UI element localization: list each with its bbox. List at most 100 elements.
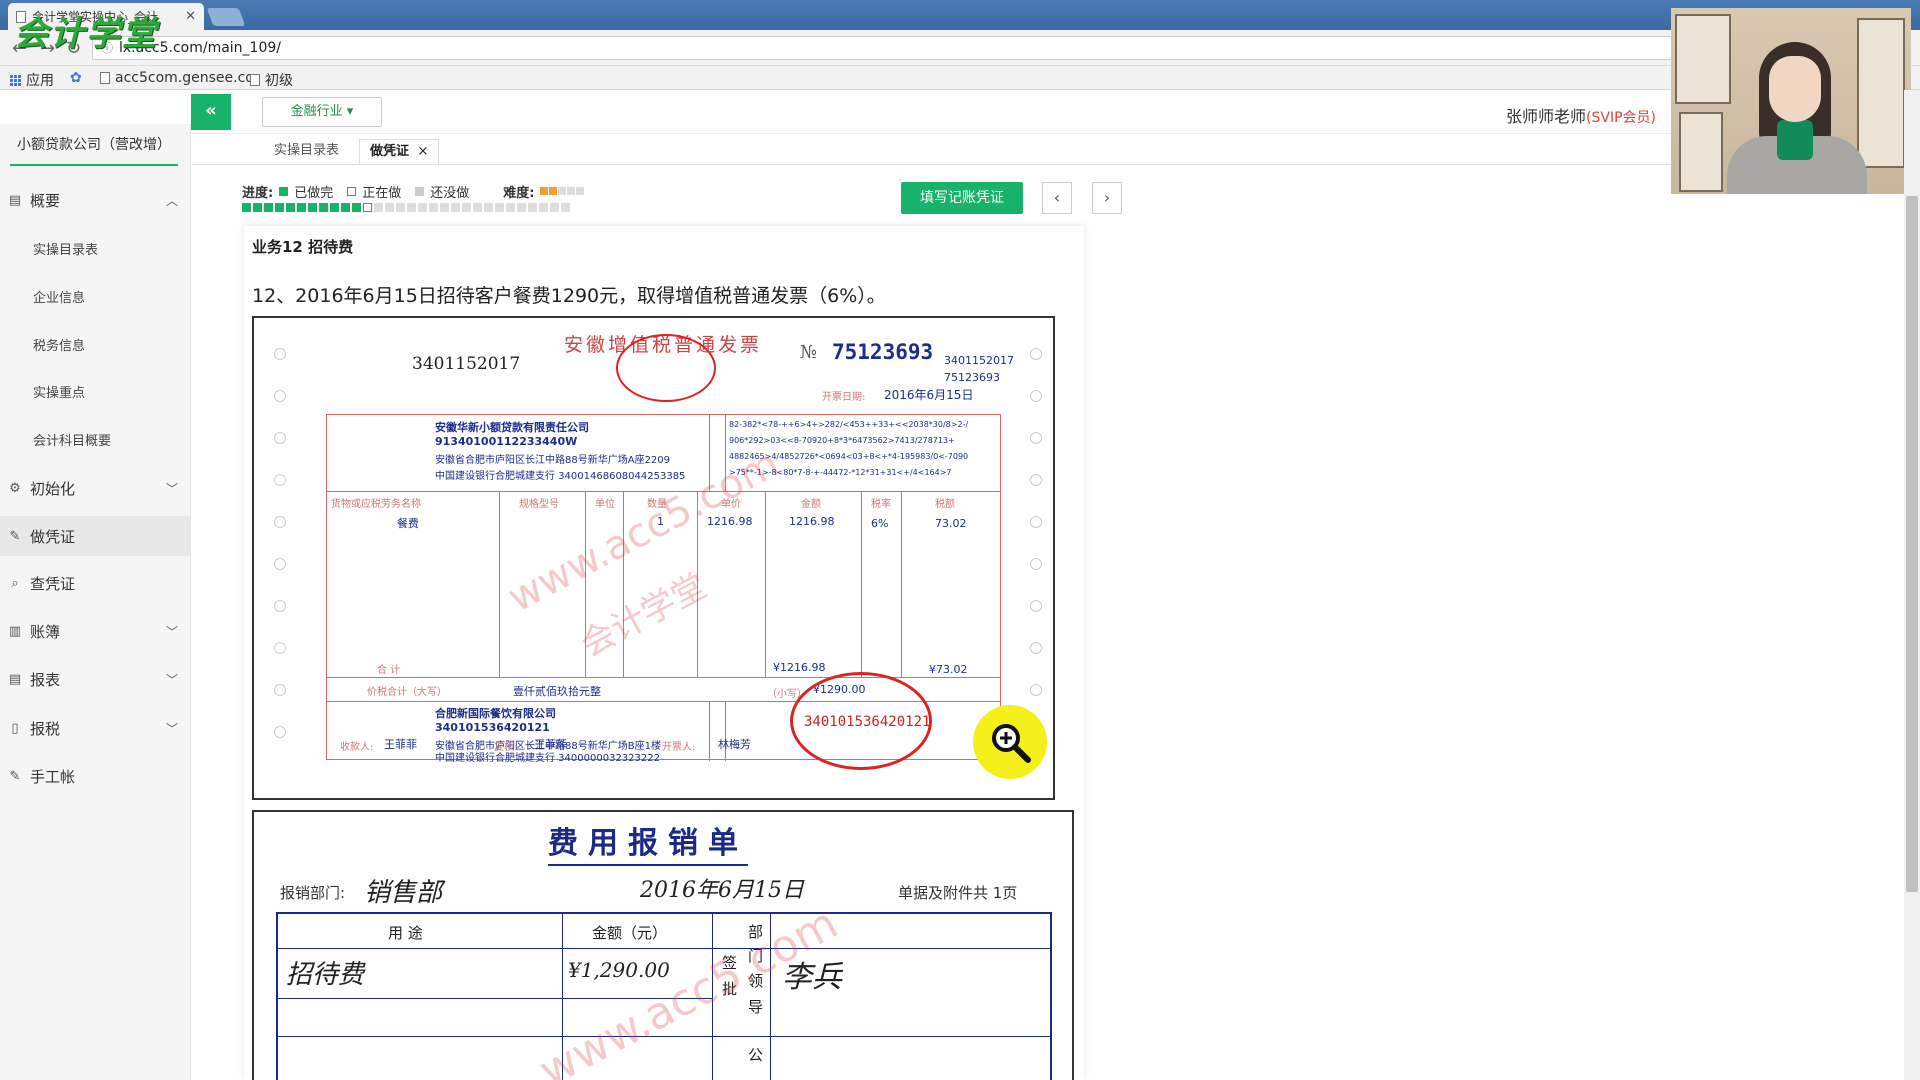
reviewer: 王菲菲	[534, 738, 567, 751]
seller-tax-id: 340101536420121	[435, 721, 550, 734]
progress-step	[473, 203, 482, 212]
instructor-webcam	[1671, 8, 1911, 194]
next-button[interactable]: ›	[1092, 182, 1122, 214]
sidebar-subitem-accounts[interactable]: 会计科目概要	[33, 430, 111, 449]
sidebar-item-make-voucher[interactable]: ✎ 做凭证	[0, 516, 190, 556]
task-description: 12、2016年6月15日招待客户餐费1290元，取得增值税普通发票（6%）。	[252, 285, 886, 307]
cipher-area: 82-382*<78-++6>4+>282/<453++33+<<2038*30…	[729, 420, 969, 477]
item-rate: 6%	[871, 517, 889, 530]
item-qty: 1	[657, 515, 664, 528]
item-name: 餐费	[397, 517, 419, 530]
invoice-image[interactable]: 3401152017 安徽增值税普通发票 № 75123693 34011520…	[252, 316, 1055, 800]
teacher-name: 张师师老师	[1506, 107, 1587, 126]
expense-form-image[interactable]: 费用报销单 报销部门: 销售部 2016年6月15日 单据及附件共 1页 用 途…	[252, 810, 1074, 1080]
seller-name: 合肥新国际餐饮有限公司	[435, 707, 556, 720]
progress-step	[407, 203, 416, 212]
star-icon	[567, 187, 576, 195]
new-tab-button[interactable]	[206, 8, 246, 26]
sidebar-subitem-catalog[interactable]: 实操目录表	[33, 239, 98, 258]
payee: 王菲菲	[384, 738, 417, 751]
chevron-down-icon: ﹀	[165, 721, 178, 736]
progress-step	[429, 203, 438, 212]
bookshelf	[1857, 18, 1905, 168]
tab-make-voucher[interactable]: 做凭证 ×	[359, 139, 440, 165]
star-icon	[576, 187, 585, 195]
industry-dropdown[interactable]: 金融行业 ▾	[262, 97, 382, 127]
progress-bar	[242, 203, 570, 212]
chevron-right-icon: ›	[1103, 188, 1111, 207]
bookmark-gensee[interactable]: acc5com.gensee.co	[100, 70, 254, 86]
price-tax-words: 壹仟贰佰玖拾元整	[513, 685, 601, 698]
done-square-icon	[279, 187, 289, 196]
bookmark-apps[interactable]: 应用	[10, 70, 54, 90]
progress-step	[396, 203, 405, 212]
sidebar-item-tax-filing[interactable]: ▯ 报税 ﹀	[0, 708, 190, 748]
approver-signature: 李兵	[782, 960, 842, 995]
member-badge: (SVIP会员)	[1586, 110, 1656, 126]
sidebar-item-overview[interactable]: ▤ 概要 ︿	[0, 180, 190, 220]
zoom-in-icon	[992, 724, 1031, 763]
progress-step	[451, 203, 460, 212]
user-info[interactable]: 张师师老师(SVIP会员)	[1506, 103, 1656, 127]
buyer-address: 安徽省合肥市庐阳区长江中路88号新华广场A座2209	[435, 455, 671, 466]
book-icon: ▥	[8, 623, 22, 639]
progress-step	[517, 203, 526, 212]
date-label: 开票日期:	[822, 392, 866, 403]
dept-label: 报销部门:	[280, 884, 346, 902]
bookshelf	[1675, 14, 1731, 104]
report-icon: ▤	[8, 671, 22, 687]
star-icon	[558, 187, 567, 195]
buyer-bank: 中国建设银行合肥城建支行 34001468608044253385	[435, 471, 686, 482]
star-icon	[540, 187, 549, 195]
sidebar-item-init[interactable]: ⚙ 初始化 ﹀	[0, 468, 190, 508]
col-purpose: 用 途	[388, 924, 423, 942]
sidebar-item-query-voucher[interactable]: ⌕ 查凭证	[0, 563, 190, 603]
close-icon[interactable]: ×	[418, 144, 429, 159]
bookmark-baidu-icon[interactable]: ✿	[70, 70, 82, 86]
sidebar-subitem-company-info[interactable]: 企业信息	[33, 287, 85, 306]
invoice-number: 75123693	[832, 340, 934, 364]
instructor-face	[1769, 56, 1821, 122]
fill-voucher-button[interactable]: 填写记账凭证	[901, 182, 1023, 214]
progress-step	[561, 203, 570, 212]
number-label: №	[800, 342, 818, 363]
progress-step	[374, 203, 383, 212]
col-amount: 金额（元）	[592, 924, 668, 942]
collapse-sidebar-button[interactable]: «	[191, 94, 231, 130]
pen-icon: ✎	[9, 528, 21, 544]
prev-button[interactable]: ‹	[1042, 182, 1072, 214]
chevron-down-icon: ﹀	[165, 481, 178, 496]
progress-step	[352, 203, 361, 212]
sidebar-item-ledger[interactable]: ▥ 账簿 ﹀	[0, 611, 190, 651]
progress-step	[363, 203, 372, 212]
sidebar-item-reports[interactable]: ▤ 报表 ﹀	[0, 659, 190, 699]
bookshelf	[1679, 112, 1723, 192]
company-name: 小额贷款公司（营改增）	[10, 128, 178, 166]
progress-step	[440, 203, 449, 212]
progress-step	[418, 203, 427, 212]
sidebar-item-manual-ledger[interactable]: ✎ 手工帐	[0, 756, 190, 796]
page-icon	[250, 74, 260, 86]
binding-holes	[274, 318, 288, 798]
difficulty-stars	[540, 184, 585, 199]
scrollbar-thumb[interactable]	[1906, 196, 1918, 892]
file-icon: ▯	[11, 720, 19, 736]
item-price: 1216.98	[707, 515, 753, 528]
zoom-in-button[interactable]	[973, 705, 1047, 779]
close-icon[interactable]: ✕	[185, 9, 196, 24]
col-company: 公	[748, 1046, 764, 1064]
progress-step	[495, 203, 504, 212]
progress-step	[506, 203, 515, 212]
sidebar-subitem-tax-info[interactable]: 税务信息	[33, 335, 85, 354]
bookmark-chuji[interactable]: 初级	[250, 70, 293, 90]
instructor-scarf	[1777, 120, 1813, 160]
task-title: 业务12 招待费	[252, 238, 354, 256]
progress-step	[308, 203, 317, 212]
tab-catalog[interactable]: 实操目录表	[264, 139, 349, 165]
address-bar[interactable]: ⓘ lx.acc5.com/main_109/	[92, 36, 1692, 60]
item-tax: 73.02	[935, 517, 967, 530]
progress-step	[264, 203, 273, 212]
sidebar-subitem-key-points[interactable]: 实操重点	[33, 382, 85, 401]
chevron-down-icon: ﹀	[165, 624, 178, 639]
progress-step	[253, 203, 262, 212]
